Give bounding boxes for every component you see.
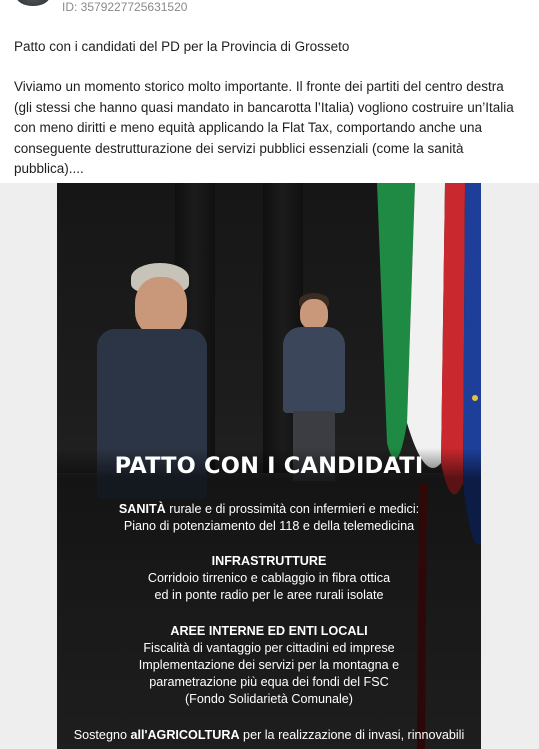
sanita-line-1: rurale e di prossimità con infermieri e … — [165, 502, 420, 516]
infrastrutture-line-2: ed in ponte radio per le aree rurali iso… — [154, 588, 384, 602]
aree-interne-line-3: parametrazione più equa dei fondi del FS… — [149, 675, 389, 689]
post-body: Viviamo un momento storico molto importa… — [14, 79, 514, 176]
section-sanita: SANITÀ rurale e di prossimità con inferm… — [57, 501, 481, 535]
aree-interne-line-2: Implementazione dei servizi per la monta… — [138, 658, 400, 672]
infrastrutture-heading: INFRASTRUTTURE — [211, 554, 327, 568]
section-aree-interne: AREE INTERNE ED ENTI LOCALI Fiscalità di… — [57, 623, 481, 708]
section-agricoltura: Sostegno all'AGRICOLTURA per la realizza… — [57, 727, 481, 744]
section-infrastrutture: INFRASTRUTTURE Corridoio tirrenico e cab… — [57, 553, 481, 604]
infrastrutture-line-1: Corridoio tirrenico e cablaggio in fibra… — [147, 571, 391, 585]
poster-title: PATTO CON I CANDIDATI — [114, 453, 424, 479]
post-image[interactable]: PATTO CON I CANDIDATI SANITÀ rurale e di… — [57, 183, 481, 749]
post-image-frame: PATTO CON I CANDIDATI SANITÀ rurale e di… — [0, 183, 539, 749]
aree-interne-line-1: Fiscalità di vantaggio per cittadini ed … — [143, 641, 395, 655]
aree-interne-heading: AREE INTERNE ED ENTI LOCALI — [170, 624, 368, 638]
post-header: ID: 3579227725631520 — [0, 0, 539, 22]
agricoltura-prefix: Sostegno — [73, 728, 131, 742]
agricoltura-heading: all'AGRICOLTURA — [130, 728, 240, 742]
agricoltura-line-1: per la realizzazione di invasi, rinnovab… — [239, 728, 465, 742]
avatar[interactable] — [16, 0, 50, 6]
post-id: ID: 3579227725631520 — [62, 0, 188, 14]
aree-interne-line-4: (Fondo Solidarietà Comunale) — [184, 692, 353, 706]
sanita-heading: SANITÀ — [118, 502, 166, 516]
sanita-line-2: Piano di potenziamento del 118 e della t… — [123, 519, 415, 533]
post-title: Patto con i candidati del PD per la Prov… — [14, 39, 350, 54]
